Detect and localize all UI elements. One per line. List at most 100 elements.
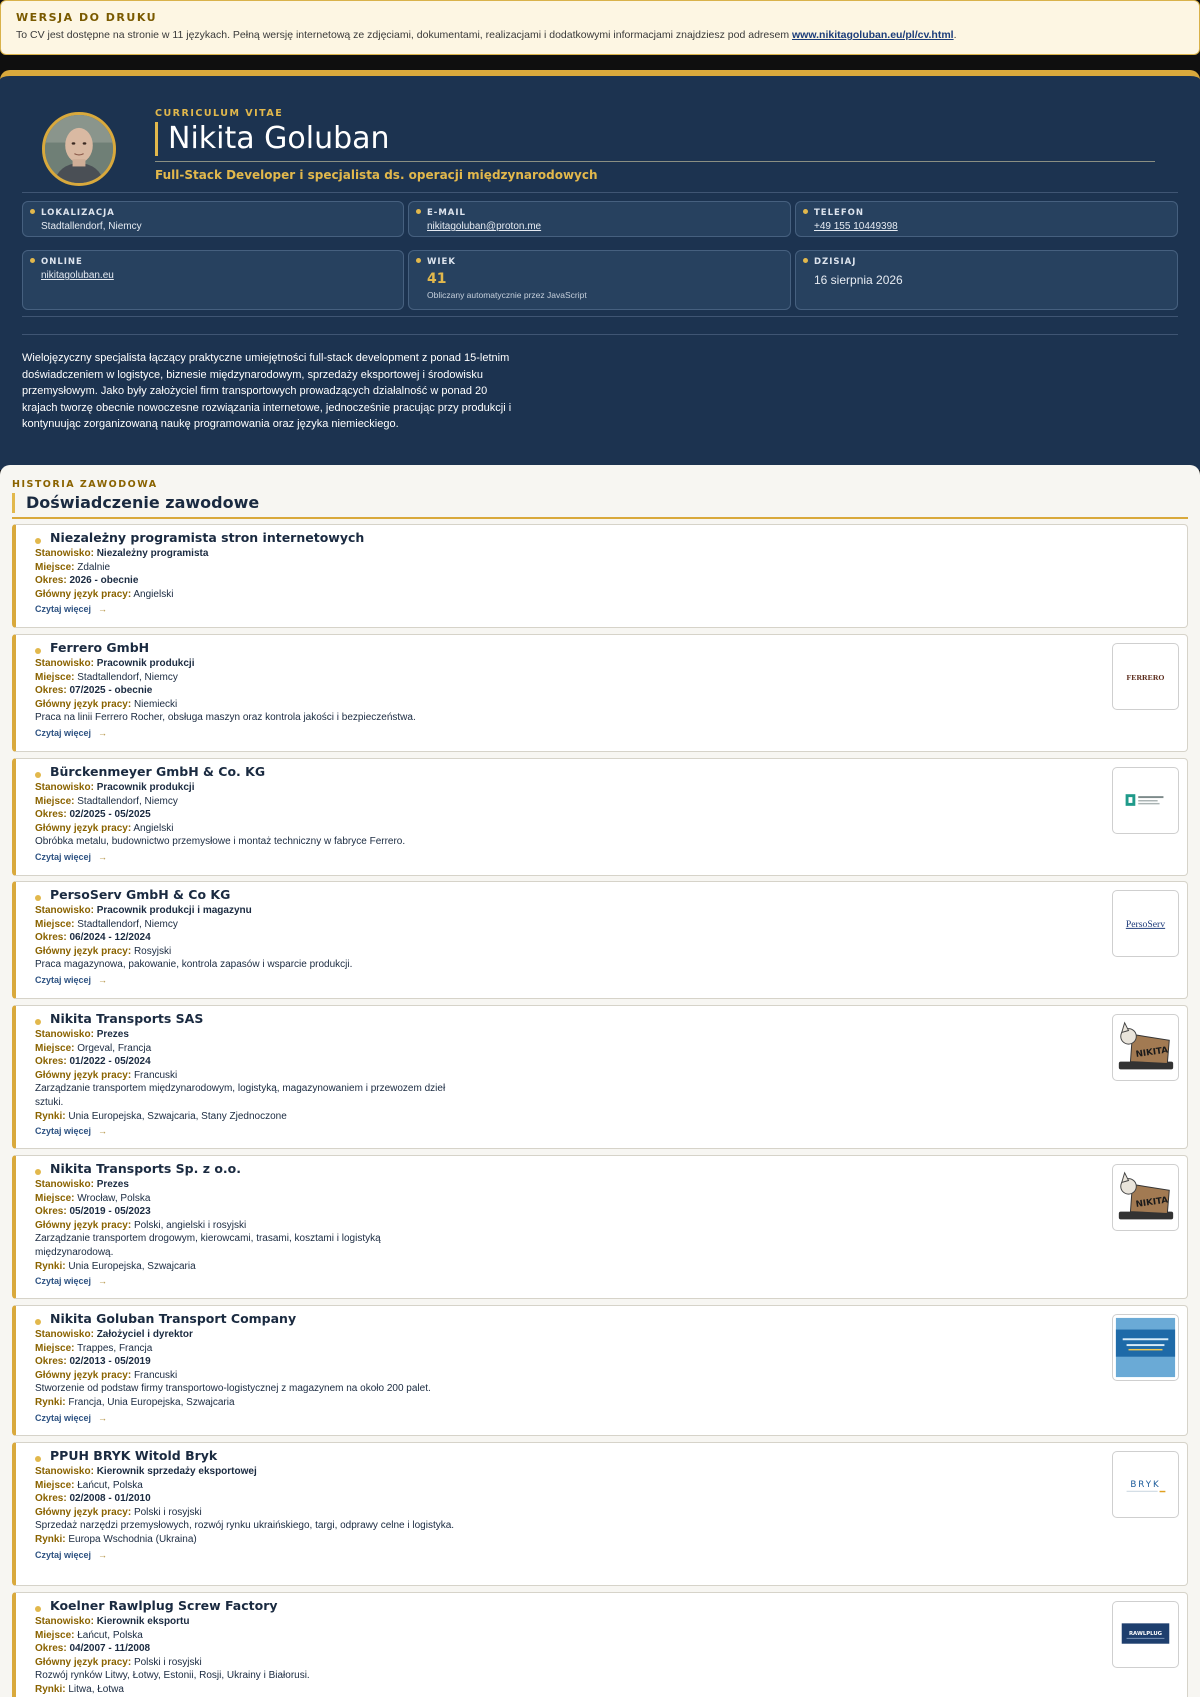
full-name: Nikita Goluban bbox=[155, 122, 390, 156]
period-row: Okres: 02/2025 - 05/2025 bbox=[35, 808, 455, 822]
read-more-link[interactable]: Czytaj więcej → bbox=[35, 851, 455, 865]
period-row: Okres: 02/2013 - 05/2019 bbox=[35, 1355, 455, 1369]
language-row: Główny język pracy: Polski i rosyjski bbox=[35, 1506, 455, 1520]
place-value: Stadtallendorf, Niemcy bbox=[77, 671, 178, 683]
place-label: Miejsce: bbox=[35, 1042, 75, 1054]
read-more-link[interactable]: Czytaj więcej → bbox=[35, 1412, 455, 1426]
job-card: Ferrero GmbH Stanowisko: Pracownik produk… bbox=[12, 634, 1188, 752]
place-row: Miejsce: Łańcut, Polska bbox=[35, 1479, 455, 1493]
position-row: Stanowisko: Kierownik eksportu bbox=[35, 1615, 455, 1629]
position-label: Stanowisko: bbox=[35, 658, 94, 669]
place-value: Trappes, Francja bbox=[77, 1342, 153, 1354]
print-banner-title: WERSJA DO DRUKU bbox=[16, 11, 158, 24]
language-row: Główny język pracy: Polski i rosyjski bbox=[35, 1656, 455, 1670]
place-value: Wrocław, Polska bbox=[77, 1192, 151, 1204]
language-row: Główny język pracy: Francuski bbox=[35, 1069, 455, 1083]
language-value: Angielski bbox=[133, 822, 174, 834]
language-row: Główny język pracy: Francuski bbox=[35, 1369, 455, 1383]
read-more-link[interactable]: Czytaj więcej → bbox=[35, 1275, 455, 1289]
position-label: Stanowisko: bbox=[35, 548, 94, 559]
job-details: Stanowisko: Prezes Miejsce: Wrocław, Pols… bbox=[35, 1178, 455, 1289]
language-value: Francuski bbox=[133, 1369, 178, 1381]
position-row: Stanowisko: Kierownik sprzedaży eksporto… bbox=[35, 1465, 455, 1479]
period-value: 01/2022 - 05/2024 bbox=[69, 1056, 151, 1068]
bullet-dot bbox=[416, 258, 421, 263]
company-name: Nikita Transports Sp. z o.o. bbox=[50, 1161, 242, 1176]
read-more-link[interactable]: Czytaj więcej → bbox=[35, 727, 455, 741]
bullet-dot bbox=[416, 209, 421, 214]
bullet-dot bbox=[35, 895, 41, 901]
period-value: 07/2025 - obecnie bbox=[69, 685, 153, 697]
nikita-transports-logo: NIKITA bbox=[1112, 1164, 1179, 1231]
job-description: Praca na linii Ferrero Rocher, obsługa m… bbox=[35, 712, 416, 724]
language-label: Główny język pracy: bbox=[35, 1369, 132, 1381]
period-row: Okres: 07/2025 - obecnie bbox=[35, 684, 455, 698]
job-title: Full-Stack Developer i specjalista ds. o… bbox=[155, 168, 598, 182]
company-name: Koelner Rawlplug Screw Factory bbox=[50, 1598, 278, 1613]
language-label: Główny język pracy: bbox=[35, 822, 132, 834]
place-value: Zdalnie bbox=[77, 561, 111, 573]
info-card-age: WIEK 41 Obliczany automatycznie przez Ja… bbox=[408, 250, 791, 310]
read-more-link[interactable]: Czytaj więcej → bbox=[35, 1549, 455, 1563]
arrow-right-icon: → bbox=[98, 851, 108, 862]
period-row: Okres: 04/2007 - 11/2008 bbox=[35, 1642, 455, 1656]
logo-text: PersoServ bbox=[1126, 919, 1165, 930]
info-label: ONLINE bbox=[41, 257, 83, 267]
phone-link[interactable]: +49 155 10449398 bbox=[814, 221, 1167, 232]
position-row: Stanowisko: Pracownik produkcji i magazy… bbox=[35, 904, 455, 918]
read-more-link[interactable]: Czytaj więcej → bbox=[35, 1125, 455, 1139]
info-card-online: ONLINE nikitagoluban.eu bbox=[22, 250, 404, 310]
section-divider bbox=[12, 517, 1188, 519]
read-more-link[interactable]: Czytaj więcej → bbox=[35, 974, 455, 988]
position-value: Pracownik produkcji bbox=[96, 782, 195, 793]
markets-row: Rynki: Francja, Unia Europejska, Szwajca… bbox=[35, 1396, 455, 1410]
name-divider bbox=[155, 161, 1155, 162]
place-label: Miejsce: bbox=[35, 1342, 75, 1354]
position-label: Stanowisko: bbox=[35, 1029, 94, 1040]
info-card-email: E-MAIL nikitagoluban@proton.me bbox=[408, 201, 791, 237]
cv-eyebrow: CURRICULUM VITAE bbox=[155, 108, 284, 119]
arrow-right-icon: → bbox=[98, 974, 108, 985]
online-cv-link[interactable]: www.nikitagoluban.eu/pl/cv.html bbox=[792, 29, 954, 41]
period-label: Okres: bbox=[35, 575, 67, 587]
period-value: 04/2007 - 11/2008 bbox=[69, 1643, 151, 1655]
position-value: Pracownik produkcji i magazynu bbox=[96, 905, 252, 916]
job-card: Nikita Goluban Transport Company Stanowis… bbox=[12, 1305, 1188, 1436]
arrow-right-icon: → bbox=[98, 727, 108, 738]
job-card: Niezależny programista stron internetowy… bbox=[12, 524, 1188, 628]
job-description: Sprzedaż narzędzi przemysłowych, rozwój … bbox=[35, 1520, 455, 1532]
place-value: Orgeval, Francja bbox=[77, 1042, 152, 1054]
markets-row: Rynki: Litwa, Łotwa bbox=[35, 1683, 455, 1697]
place-value: Stadtallendorf, Niemcy bbox=[77, 795, 178, 807]
place-row: Miejsce: Stadtallendorf, Niemcy bbox=[35, 918, 455, 932]
job-details: Stanowisko: Prezes Miejsce: Orgeval, Fran… bbox=[35, 1028, 455, 1139]
info-label: DZISIAJ bbox=[814, 257, 857, 267]
email-link[interactable]: nikitagoluban@proton.me bbox=[427, 221, 780, 232]
job-card: Koelner Rawlplug Screw Factory Stanowisko… bbox=[12, 1592, 1188, 1697]
position-value: Niezależny programista bbox=[96, 548, 209, 559]
language-label: Główny język pracy: bbox=[35, 1219, 132, 1231]
place-label: Miejsce: bbox=[35, 1479, 75, 1491]
read-more-link[interactable]: Czytaj więcej → bbox=[35, 603, 455, 617]
job-details: Stanowisko: Kierownik sprzedaży eksporto… bbox=[35, 1465, 455, 1562]
markets-label: Rynki: bbox=[35, 1260, 66, 1272]
logo-text: FERRERO bbox=[1127, 673, 1165, 682]
info-label: E-MAIL bbox=[427, 208, 466, 218]
website-link[interactable]: nikitagoluban.eu bbox=[41, 270, 393, 281]
position-value: Kierownik sprzedaży eksportowej bbox=[96, 1466, 257, 1477]
read-more-label: Czytaj więcej bbox=[35, 974, 92, 985]
period-row: Okres: 01/2022 - 05/2024 bbox=[35, 1055, 455, 1069]
period-value: 05/2019 - 05/2023 bbox=[69, 1206, 151, 1218]
place-row: Miejsce: Wrocław, Polska bbox=[35, 1192, 455, 1206]
bullet-dot bbox=[35, 538, 41, 544]
bullet-dot bbox=[35, 772, 41, 778]
period-value: 02/2025 - 05/2025 bbox=[69, 809, 151, 821]
job-description: Zarządzanie transportem międzynarodowym,… bbox=[35, 1083, 446, 1108]
markets-value: Europa Wschodnia (Ukraina) bbox=[68, 1533, 197, 1545]
position-value: Prezes bbox=[96, 1179, 129, 1190]
job-description: Obróbka metalu, budownictwo przemysłowe … bbox=[35, 836, 406, 848]
markets-value: Francja, Unia Europejska, Szwajcaria bbox=[68, 1396, 235, 1408]
place-row: Miejsce: Stadtallendorf, Niemcy bbox=[35, 795, 455, 809]
profile-photo bbox=[42, 112, 116, 186]
company-name: Niezależny programista stron internetowy… bbox=[50, 530, 365, 545]
